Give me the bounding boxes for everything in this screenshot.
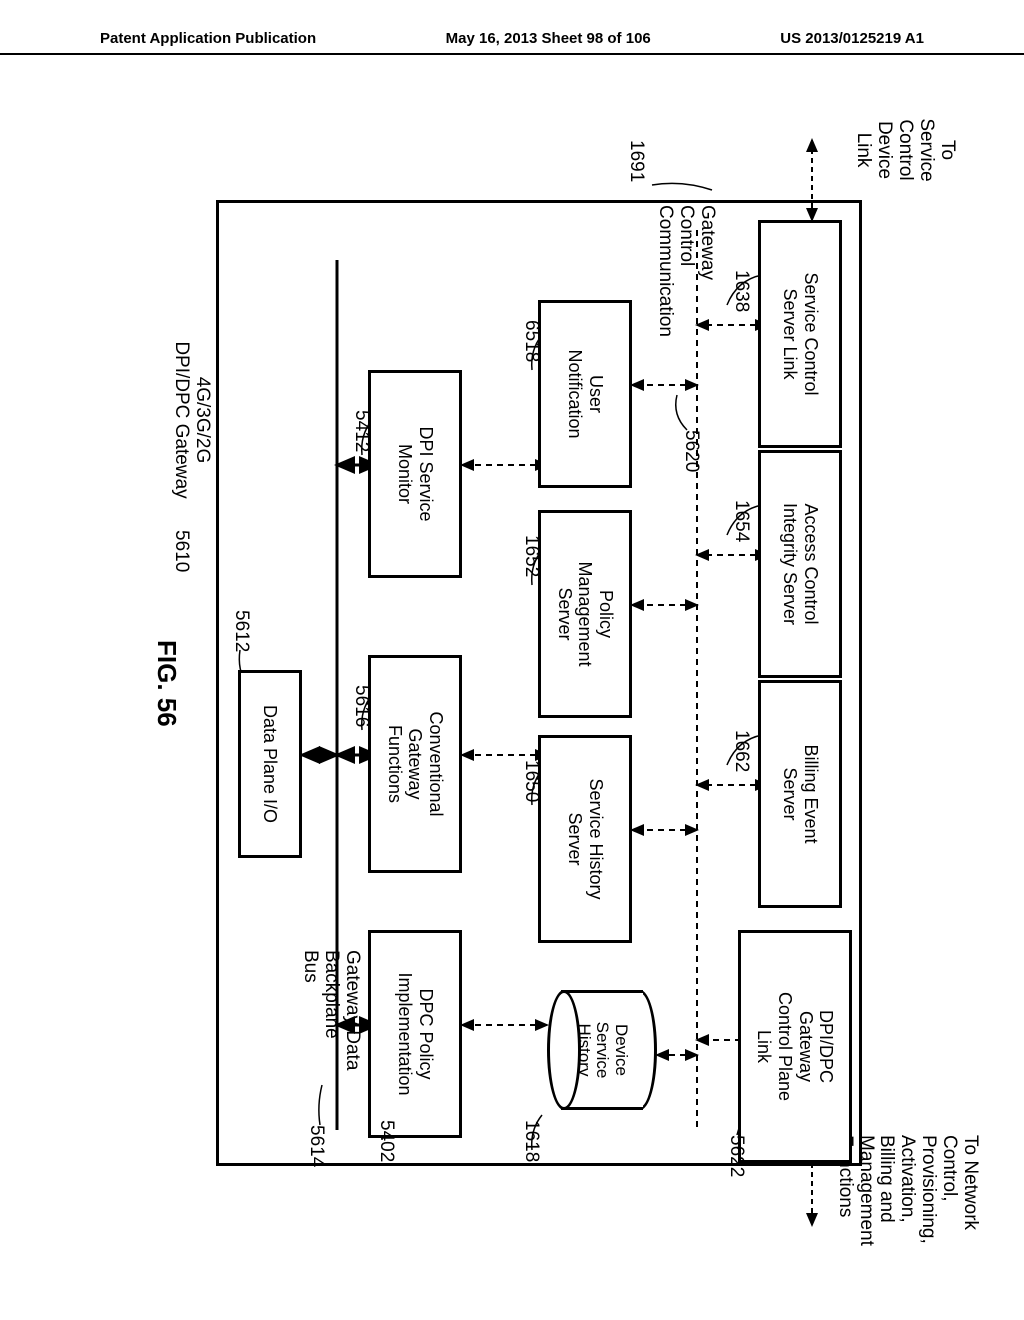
ref-1618: 1618 — [520, 1120, 542, 1162]
header-right: US 2013/0125219 A1 — [780, 30, 924, 47]
figure-area: To Service Control Device Link To Networ… — [62, 130, 962, 1230]
ext-right-label: To Network Control, Provisioning, Activa… — [834, 1135, 980, 1285]
ref-6518: 6518 — [520, 320, 542, 362]
ref-1662: 1662 — [730, 730, 752, 772]
page-header: Patent Application Publication May 16, 2… — [0, 30, 1024, 55]
page: Patent Application Publication May 16, 2… — [0, 0, 1024, 1320]
box-billing-event-server: Billing Event Server — [758, 680, 842, 908]
box-data-plane-io: Data Plane I/O — [238, 670, 302, 858]
ref-1654: 1654 — [730, 500, 752, 542]
box-access-control-integrity: Access Control Integrity Server — [758, 450, 842, 678]
gateway-caption: 4G/3G/2G DPI/DPC Gateway — [170, 310, 212, 530]
ref-5612: 5612 — [230, 610, 252, 652]
diagram: To Service Control Device Link To Networ… — [62, 130, 962, 1230]
ref-1652: 1652 — [520, 535, 542, 577]
header-center: May 16, 2013 Sheet 98 of 106 — [446, 30, 651, 47]
label-data-bus: Gateway Data Backplane Bus — [299, 950, 362, 1150]
ref-5620: 5620 — [680, 430, 702, 472]
ref-1650: 1650 — [520, 760, 542, 802]
cyl-device-service-history: Device Service History — [547, 990, 657, 1110]
box-service-control-server-link: Service Control Server Link — [758, 220, 842, 448]
box-dpi-dpc-gateway-control-plane-link: DPI/DPC Gateway Control Plane Link — [738, 930, 852, 1163]
box-service-history-server: Service History Server — [538, 735, 632, 943]
ref-5614: 5614 — [305, 1125, 327, 1167]
ref-1638: 1638 — [730, 270, 752, 312]
ref-5402: 5402 — [375, 1120, 397, 1162]
header-left: Patent Application Publication — [100, 30, 316, 47]
ref-5610: 5610 — [170, 530, 192, 572]
box-dpc-policy-implementation: DPC Policy Implementation — [368, 930, 462, 1138]
box-conventional-gateway-functions: Conventional Gateway Functions — [368, 655, 462, 873]
ref-1691: 1691 — [625, 140, 647, 182]
figure-caption: FIG. 56 — [151, 640, 182, 727]
ref-5622: 5622 — [725, 1135, 747, 1177]
box-policy-management-server: Policy Management Server — [538, 510, 632, 718]
ref-5616: 5616 — [350, 685, 372, 727]
box-user-notification: User Notification — [538, 300, 632, 488]
label-control-bus: Gateway Control Communication — [654, 205, 717, 385]
box-dpi-service-monitor: DPI Service Monitor — [368, 370, 462, 578]
ext-left-label: To Service Control Device Link — [853, 95, 957, 205]
ref-5412: 5412 — [350, 410, 372, 452]
